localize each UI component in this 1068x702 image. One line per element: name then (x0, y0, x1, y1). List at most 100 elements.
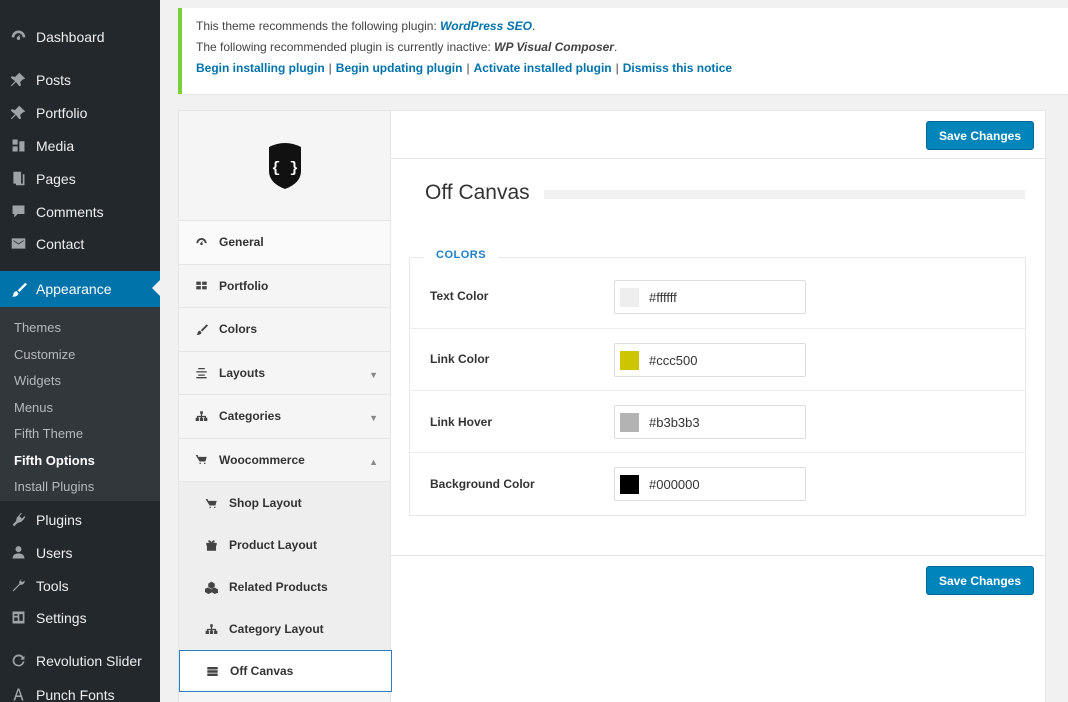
submenu-item-fifth-options[interactable]: Fifth Options (0, 448, 160, 475)
nav-related-products[interactable]: Related Products (179, 566, 390, 608)
begin-installing-link[interactable]: Begin installing plugin (196, 61, 325, 75)
submenu-item-themes[interactable]: Themes (0, 315, 160, 342)
settings-icon (0, 609, 36, 626)
color-value: #b3b3b3 (649, 414, 700, 430)
chevron-down-icon: ▼ (369, 369, 378, 380)
title-divider (543, 190, 1025, 199)
dismiss-notice-link[interactable]: Dismiss this notice (623, 61, 732, 75)
theme-logo: { } (179, 111, 390, 221)
cart-icon (195, 453, 219, 466)
notice-line-1: This theme recommends the following plug… (196, 19, 536, 33)
submenu-item-install-plugins[interactable]: Install Plugins (0, 474, 160, 501)
nav-layouts[interactable]: Layouts ▼ (179, 352, 390, 395)
color-swatch[interactable] (620, 350, 639, 370)
nav-label: Shop Layout (229, 496, 302, 510)
begin-updating-link[interactable]: Begin updating plugin (336, 61, 463, 75)
nav-shop-layout[interactable]: Shop Layout (179, 482, 390, 524)
menu-item-pages[interactable]: Pages (0, 162, 160, 195)
menu-item-posts[interactable]: Posts (0, 63, 160, 96)
menu-item-plugins[interactable]: Plugins (0, 503, 160, 536)
woocommerce-subnav: Shop Layout Product Layout Related Produ… (179, 482, 392, 692)
color-label: Link Hover (430, 415, 493, 429)
menu-label: Media (36, 137, 75, 154)
nav-colors[interactable]: Colors (179, 308, 390, 352)
server-icon (206, 665, 230, 678)
menu-item-comments[interactable]: Comments (0, 195, 160, 228)
link-color-field[interactable]: #ccc500 (614, 343, 806, 377)
color-label: Link Color (430, 352, 490, 366)
pin-icon (0, 71, 36, 88)
nav-product-layout[interactable]: Product Layout (179, 524, 390, 566)
menu-item-users[interactable]: Users (0, 536, 160, 569)
color-value: #000000 (649, 476, 700, 492)
color-swatch[interactable] (620, 412, 639, 432)
menu-item-portfolio[interactable]: Portfolio (0, 96, 160, 129)
menu-label: Settings (36, 609, 87, 626)
menu-label: Users (36, 544, 73, 561)
nav-general[interactable]: General (179, 221, 390, 265)
nav-categories[interactable]: Categories ▼ (179, 395, 390, 439)
color-row-background: Background Color #000000 (410, 452, 1025, 514)
refresh-icon (0, 652, 36, 669)
menu-item-settings[interactable]: Settings (0, 601, 160, 634)
dashboard-icon (195, 236, 219, 249)
dashboard-icon (0, 28, 36, 45)
link-hover-field[interactable]: #b3b3b3 (614, 405, 806, 439)
menu-label: Plugins (36, 511, 82, 528)
submenu-item-fifth-theme[interactable]: Fifth Theme (0, 421, 160, 448)
color-label: Text Color (430, 289, 489, 303)
nav-label: Categories (219, 409, 282, 424)
grid-icon (195, 279, 219, 292)
nav-label: Off Canvas (230, 664, 294, 678)
menu-label: Revolution Slider (36, 652, 142, 669)
menu-item-revolution-slider[interactable]: Revolution Slider (0, 644, 160, 677)
color-row-text: Text Color #ffffff (410, 266, 1025, 328)
submenu-item-customize[interactable]: Customize (0, 342, 160, 369)
nav-label: General (219, 235, 264, 250)
plugin-notice: This theme recommends the following plug… (178, 8, 1068, 94)
save-changes-button[interactable]: Save Changes (925, 566, 1034, 595)
nav-category-layout[interactable]: Category Layout (179, 608, 390, 650)
menu-label: Posts (36, 71, 72, 88)
text-color-field[interactable]: #ffffff (614, 280, 806, 314)
section-title: Off Canvas (425, 181, 1025, 205)
wrench-icon (0, 577, 36, 594)
menu-item-tools[interactable]: Tools (0, 569, 160, 602)
menu-label: Dashboard (36, 28, 105, 45)
menu-label: Appearance (36, 281, 112, 297)
menu-label: Comments (36, 203, 104, 220)
cubes-icon (205, 581, 229, 594)
menu-item-contact[interactable]: Contact (0, 227, 160, 260)
color-swatch[interactable] (620, 287, 639, 307)
menu-item-punch-fonts[interactable]: Punch Fonts (0, 678, 160, 702)
wordpress-seo-link[interactable]: WordPress SEO (440, 19, 532, 33)
background-color-field[interactable]: #000000 (614, 467, 806, 501)
menu-label: Tools (36, 577, 69, 594)
shield-logo-icon: { } (268, 142, 301, 189)
save-changes-button[interactable]: Save Changes (925, 121, 1034, 150)
pin-icon (0, 104, 36, 121)
menu-label: Punch Fonts (36, 686, 115, 702)
menu-label: Contact (36, 235, 85, 252)
nav-label: Portfolio (219, 278, 269, 293)
nav-woocommerce[interactable]: Woocommerce ▲ (179, 439, 390, 482)
submenu-item-menus[interactable]: Menus (0, 395, 160, 422)
color-swatch[interactable] (620, 474, 639, 494)
activate-installed-link[interactable]: Activate installed plugin (474, 61, 612, 75)
menu-item-dashboard[interactable]: Dashboard (0, 20, 160, 53)
notice-line-2: The following recommended plugin is curr… (196, 40, 618, 54)
brush-icon (195, 323, 219, 336)
nav-label: Woocommerce (219, 452, 305, 467)
cart-icon (205, 497, 229, 510)
font-icon (0, 686, 36, 702)
submenu-item-widgets[interactable]: Widgets (0, 368, 160, 395)
menu-item-appearance[interactable]: Appearance (0, 271, 160, 307)
menu-label: Portfolio (36, 104, 88, 121)
comment-icon (0, 203, 36, 220)
separator: | (615, 61, 619, 75)
nav-off-canvas[interactable]: Off Canvas (179, 650, 392, 692)
menu-item-media[interactable]: Media (0, 129, 160, 162)
wp-visual-composer-name: WP Visual Composer (494, 40, 614, 54)
notice-actions: Begin installing plugin | Begin updating p… (196, 58, 1054, 79)
nav-portfolio[interactable]: Portfolio (179, 265, 390, 308)
